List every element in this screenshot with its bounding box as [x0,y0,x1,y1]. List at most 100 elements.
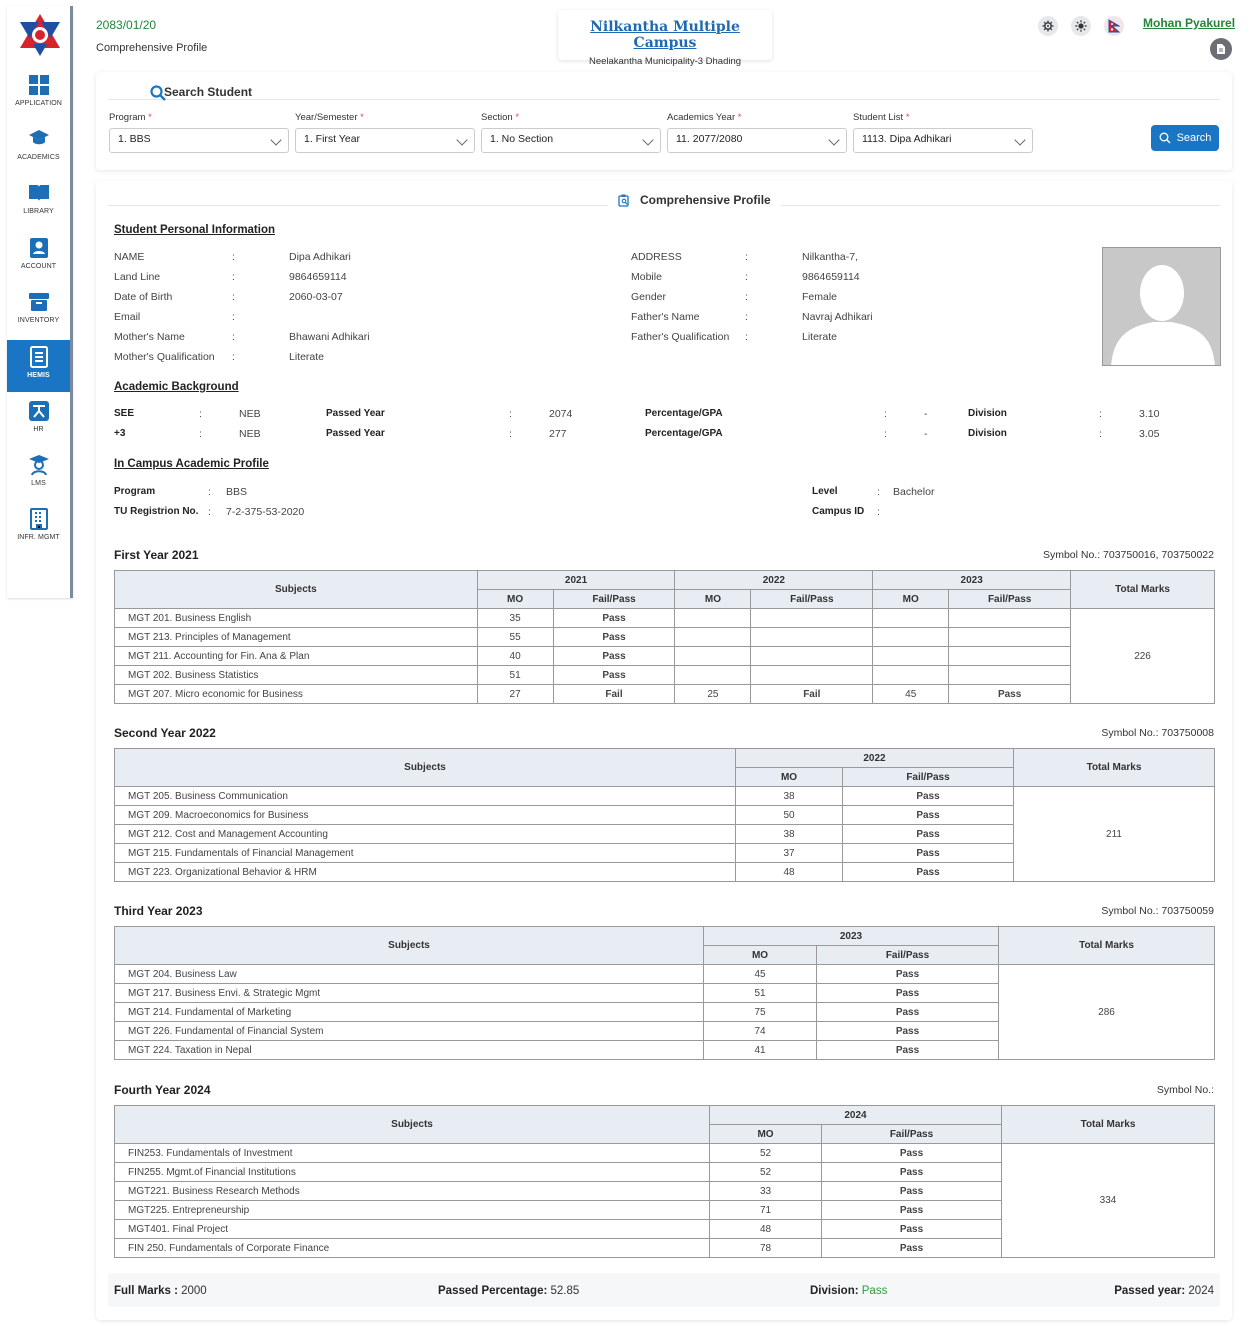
result-cell: Pass [821,1181,1002,1201]
marks-table: Subjects 2024 Total Marks MO Fail/Pass FIN253… [114,1105,1215,1258]
subject-cell: FIN255. Mgmt.of Financial Institutions [114,1162,710,1182]
subject-cell: MGT 223. Organizational Behavior & HRM [114,862,736,882]
sidebar-item-academics[interactable]: ACADEMICS [7,122,70,174]
filter-program: Program * 1. BBS [109,112,289,153]
subjects-header: Subjects [114,748,736,787]
sidebar-item-inventory[interactable]: INVENTORY [7,285,70,337]
campus-name[interactable]: Nilkantha Multiple Campus [558,19,772,51]
fail-pass-header: Fail/Pass [750,589,874,609]
user-name-link[interactable]: Mohan Pyakurel [1143,16,1235,30]
select-dropdown[interactable]: 1113. Dipa Adhikari [853,128,1033,153]
percentage-label: Percentage/GPA [645,408,723,419]
subject-cell: MGT221. Business Research Methods [114,1181,710,1201]
search-button[interactable]: Search [1151,125,1219,151]
division-label: Division: [810,1285,859,1297]
filter-section: Section * 1. No Section [481,112,661,153]
colon-sep: : [232,311,235,323]
colon-sep: : [1099,428,1102,440]
required-mark: * [737,112,742,123]
attempt-year-header: 2022 [735,748,1014,768]
search-button-label: Search [1176,132,1212,144]
result-cell: Pass [948,684,1072,704]
sidebar-item-library[interactable]: LIBRARY [7,176,70,228]
result-cell: Pass [552,665,676,685]
year-title: Fourth Year 2024 [114,1083,211,1097]
division-label: Division [968,408,1007,419]
subject-cell: MGT 205. Business Communication [114,786,736,806]
fail-pass-header: Fail/Pass [552,589,676,609]
full-marks-value: 2000 [181,1285,207,1297]
sidebar-item-lms[interactable]: LMS [7,448,70,500]
mo-cell [872,646,950,666]
theme-toggle-button[interactable] [1071,16,1091,36]
sidebar-item-application[interactable]: APPLICATION [7,68,70,120]
select-dropdown[interactable]: 1. BBS [109,128,289,153]
attempt-year-header: 2022 [674,570,874,590]
table-row: MGT 207. Micro economic for Business 27 Fa… [114,684,1215,704]
personal-field-value: 9864659114 [289,271,347,283]
attempt-year-header: 2023 [703,926,999,946]
document-list-icon [28,346,50,368]
result-cell: Pass [842,786,1014,806]
level-value: Bachelor [893,486,935,498]
select-value: 1. BBS [118,133,151,145]
document-button[interactable] [1210,38,1232,60]
subject-cell: MGT 213. Principles of Management [114,627,478,647]
sidebar-item-label: INVENTORY [17,317,60,324]
result-cell: Pass [816,1021,999,1041]
sidebar: APPLICATION ACADEMICS LIBRARY ACCOUNT INVENT… [7,6,73,598]
mo-header: MO [674,589,752,609]
select-dropdown[interactable]: 1. No Section [481,128,661,153]
mo-cell: 41 [703,1040,817,1060]
table-row: MGT 205. Business Communication 38 Pass 211 [114,786,1215,882]
passed-percentage-label: Passed Percentage: [438,1285,548,1297]
sidebar-item-hemis[interactable]: HEMIS [7,340,70,392]
result-cell: Pass [552,627,676,647]
campus-card: Nilkantha Multiple Campus Neelakantha Mu… [558,10,772,67]
subject-cell: MGT 215. Fundamentals of Financial Manag… [114,843,736,863]
sidebar-item-label: LMS [31,480,46,487]
personal-field-label: Father's Name [631,311,700,323]
language-button[interactable] [1104,16,1124,36]
settings-gear-button[interactable] [1038,16,1058,36]
personal-field-label: Mobile [631,271,662,283]
result-cell: Pass [842,824,1014,844]
colon-sep: : [1099,408,1102,420]
mo-cell: 37 [735,843,843,863]
total-marks-header: Total Marks [998,926,1215,965]
year-title: Second Year 2022 [114,726,216,740]
mo-header: MO [872,589,950,609]
select-value: 1. First Year [304,133,361,145]
symbol-number: Symbol No.: [1156,1084,1214,1096]
academic-level: SEE [114,408,135,419]
division-value: Pass [861,1285,888,1297]
personal-field-value: Bhawani Adhikari [289,331,370,343]
result-cell [948,608,1072,628]
sidebar-item-infr-mgmt[interactable]: INFR. MGMT [7,502,70,554]
select-dropdown[interactable]: 1. First Year [295,128,475,153]
result-cell: Pass [552,646,676,666]
subject-cell: MGT 202. Business Statistics [114,665,478,685]
university-logo [20,14,60,56]
subject-cell: MGT 212. Cost and Management Accounting [114,824,736,844]
personal-field-label: Date of Birth [114,291,173,303]
table-row: MGT 204. Business Law 45 Pass 286 [114,964,1215,1060]
subjects-header: Subjects [114,570,478,609]
fail-pass-header: Fail/Pass [816,945,999,965]
table-row: MGT 211. Accounting for Fin. Ana & Plan 4… [114,646,1215,666]
hr-icon [28,400,50,422]
mo-header: MO [703,945,817,965]
required-mark: * [148,112,152,123]
attempt-year-header: 2021 [476,570,676,590]
colon-sep: : [232,331,235,343]
sidebar-item-account[interactable]: ACCOUNT [7,231,70,283]
search-header-divider [108,80,1220,100]
mo-cell: 38 [735,824,843,844]
division: Division: Pass [810,1285,887,1297]
marks-table: Subjects 2022 Total Marks MO Fail/Pass MGT 20… [114,748,1215,882]
select-dropdown[interactable]: 11. 2077/2080 [667,128,847,153]
table-row: MGT 202. Business Statistics 51 Pass [114,665,1215,685]
level-label: Level [812,486,838,497]
sidebar-item-hr[interactable]: HR [7,394,70,446]
colon-sep: : [232,271,235,283]
